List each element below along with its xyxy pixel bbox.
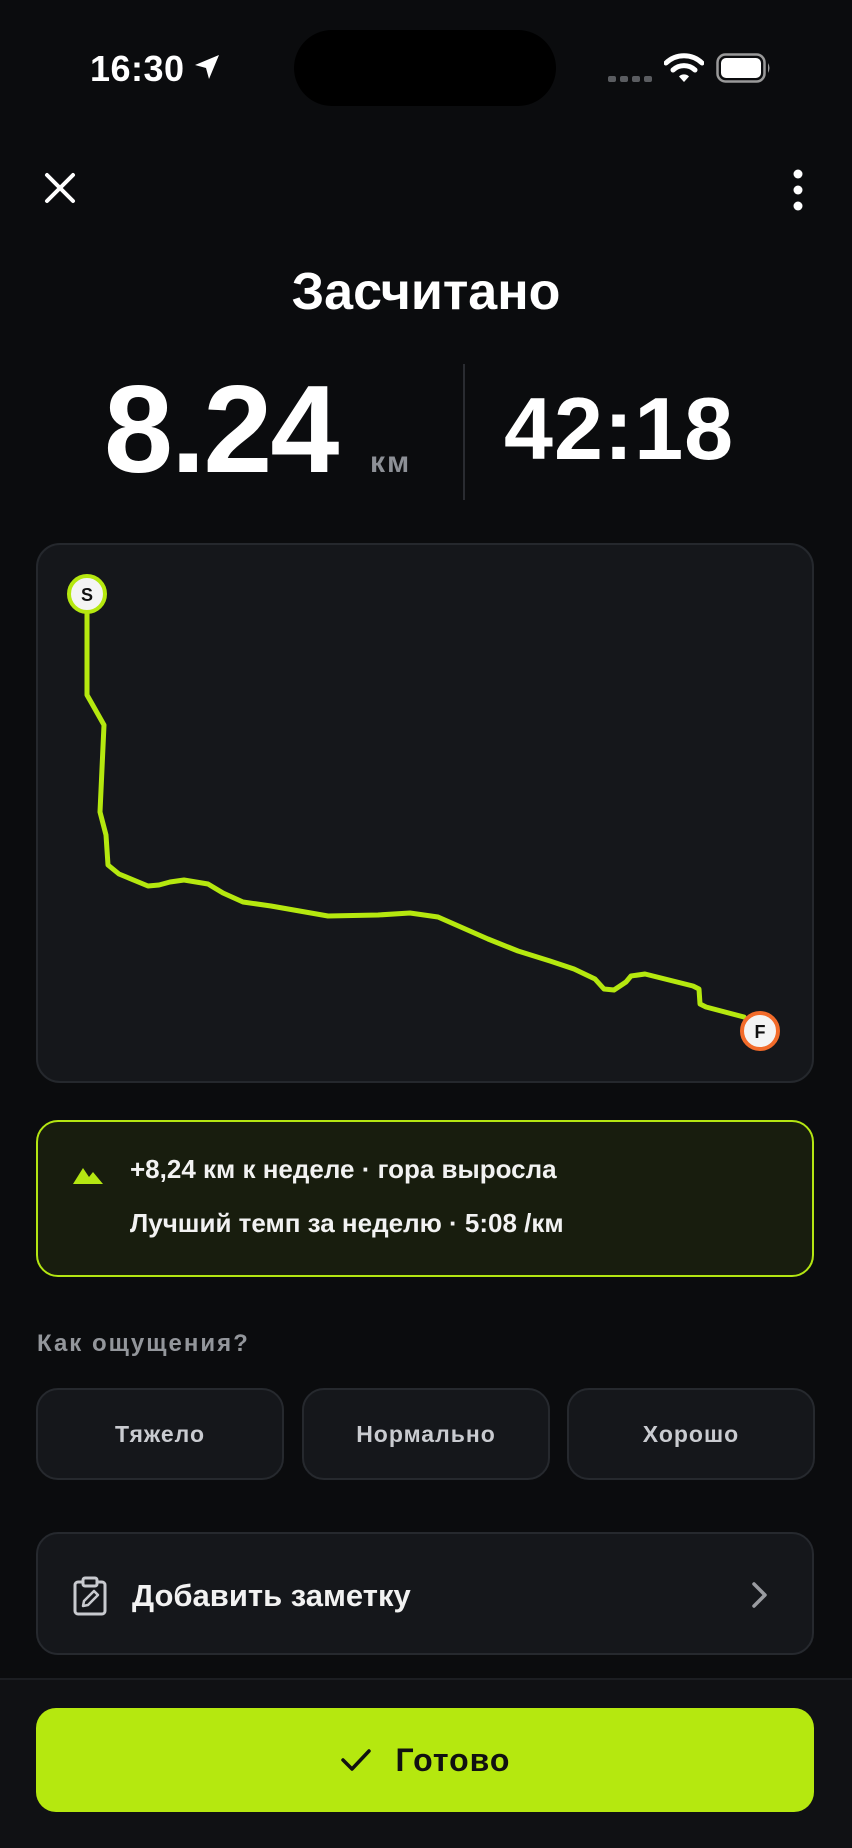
mountain-icon (73, 1168, 103, 1184)
clipboard-edit-icon (73, 1576, 107, 1616)
footer-bar: Готово (0, 1678, 852, 1848)
add-note-button[interactable]: Добавить заметку (36, 1532, 814, 1655)
insight-best-pace: Лучший темп за неделю · 5:08 /км (130, 1208, 564, 1238)
page-title: Засчитано (291, 263, 561, 321)
feeling-label: Как ощущения? (37, 1330, 250, 1357)
check-icon (340, 1749, 371, 1771)
feeling-normal-button[interactable]: Нормально (302, 1388, 550, 1480)
duration-value: 42:18 (504, 379, 735, 478)
weekly-insight-card: +8,24 км к неделе · гора выросла Лучший … (36, 1120, 814, 1277)
distance-unit: км (370, 446, 412, 479)
status-time: 16:30 (90, 48, 185, 89)
done-button[interactable]: Готово (36, 1708, 814, 1812)
stats-divider (463, 364, 465, 500)
route-start-label: S (81, 585, 93, 605)
route-line (84, 592, 747, 1020)
feeling-hard-button[interactable]: Тяжело (36, 1388, 284, 1480)
add-note-label: Добавить заметку (132, 1578, 411, 1613)
wifi-icon (664, 53, 704, 82)
chevron-right-icon (752, 1582, 767, 1608)
done-button-label: Готово (395, 1741, 511, 1778)
insight-weekly-distance: +8,24 км к неделе · гора выросла (130, 1154, 557, 1184)
distance-value: 8.24 (104, 361, 339, 499)
run-stats: 8.24 км 42:18 (0, 360, 852, 500)
location-arrow-icon (195, 55, 219, 79)
route-finish-label: F (755, 1022, 766, 1042)
close-icon[interactable] (40, 168, 80, 208)
more-vertical-icon[interactable] (780, 166, 816, 214)
route-map-canvas: S F (67, 574, 780, 1051)
battery-icon (716, 53, 770, 83)
route-map[interactable]: S F (36, 543, 814, 1083)
dynamic-island (294, 30, 556, 106)
status-bar: 16:30 (0, 0, 852, 140)
cellular-signal-icon (608, 76, 652, 82)
feeling-good-button[interactable]: Хорошо (567, 1388, 815, 1480)
